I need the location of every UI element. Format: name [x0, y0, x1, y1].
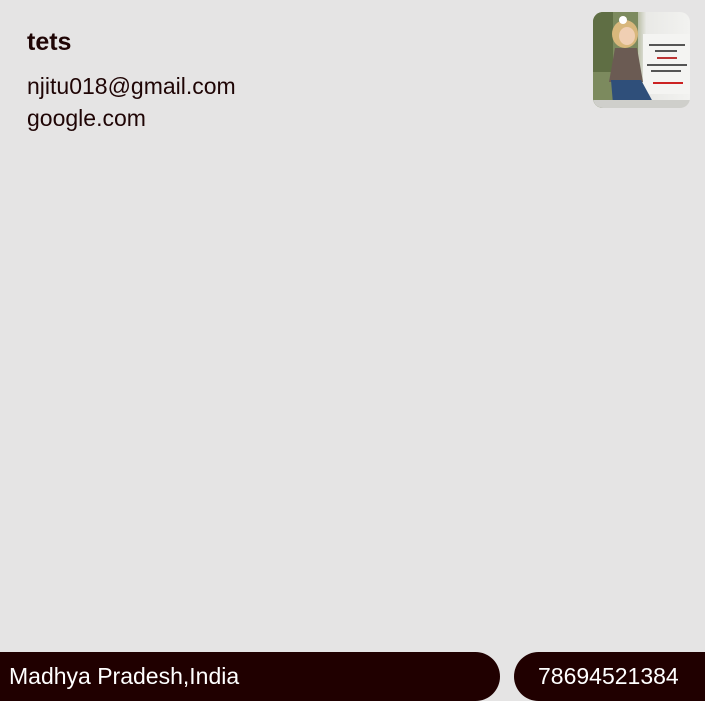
avatar-photo [593, 12, 690, 108]
phone-number: 78694521384 [538, 663, 679, 689]
profile-name: tets [27, 28, 72, 56]
location-pill[interactable]: Madhya Pradesh,India [0, 652, 500, 701]
profile-website[interactable]: google.com [27, 105, 146, 132]
phone-pill[interactable]: 78694521384 [514, 652, 705, 701]
avatar[interactable] [593, 12, 690, 108]
location-text: Madhya Pradesh,India [9, 663, 240, 689]
profile-email[interactable]: njitu018@gmail.com [27, 73, 236, 100]
business-card: tets njitu018@gmail.com google.com Madhy… [0, 0, 705, 701]
